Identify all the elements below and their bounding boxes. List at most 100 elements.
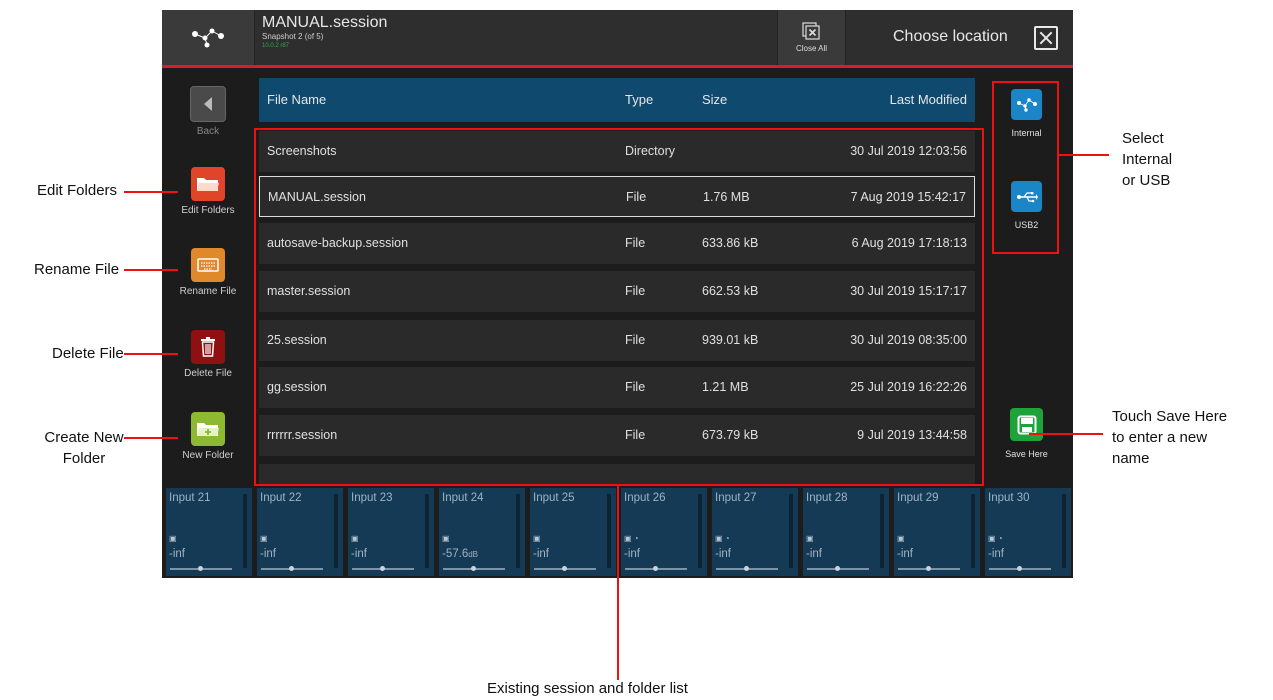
channel-strip[interactable]: Input 23 ▣ -inf bbox=[348, 488, 434, 576]
column-type[interactable]: Type bbox=[625, 78, 653, 122]
channel-level: -inf bbox=[715, 548, 731, 560]
annotation-create-new-folder: Create New Folder bbox=[44, 429, 124, 467]
annotation-line bbox=[1059, 154, 1109, 156]
pan-fader[interactable] bbox=[807, 566, 869, 571]
session-version: 10.0.2 r87 bbox=[262, 43, 290, 49]
annotation-line bbox=[617, 486, 619, 680]
pan-fader[interactable] bbox=[352, 566, 414, 571]
close-all-label: Close All bbox=[795, 44, 828, 53]
location-highlight bbox=[992, 81, 1059, 254]
channel-strip[interactable]: Input 27 ▣ ◔ -inf bbox=[712, 488, 798, 576]
pan-knob[interactable] bbox=[380, 566, 385, 571]
save-here-label: Save Here bbox=[1005, 449, 1048, 459]
channel-level: -inf bbox=[351, 548, 367, 560]
channel-status-icon: ▣ ◔ bbox=[988, 534, 1003, 543]
channel-name: Input 28 bbox=[806, 492, 848, 504]
close-all-button[interactable]: Close All bbox=[777, 10, 846, 65]
channel-strip[interactable]: Input 30 ▣ ◔ -inf bbox=[985, 488, 1071, 576]
back-button[interactable]: Back bbox=[162, 86, 254, 137]
edit-folders-label: Edit Folders bbox=[181, 205, 235, 216]
level-meter bbox=[971, 494, 975, 568]
channel-name: Input 25 bbox=[533, 492, 575, 504]
annotation-line bbox=[124, 353, 178, 355]
channel-strip[interactable]: Input 28 ▣ -inf bbox=[803, 488, 889, 576]
level-meter bbox=[698, 494, 702, 568]
level-meter bbox=[789, 494, 793, 568]
channel-name: Input 27 bbox=[715, 492, 757, 504]
column-file-name[interactable]: File Name bbox=[267, 78, 326, 122]
close-all-icon bbox=[801, 22, 820, 40]
pan-fader[interactable] bbox=[261, 566, 323, 571]
channel-level: -inf bbox=[624, 548, 640, 560]
annotation-line bbox=[124, 269, 178, 271]
pan-knob[interactable] bbox=[289, 566, 294, 571]
channel-level: -inf bbox=[806, 548, 822, 560]
pan-knob[interactable] bbox=[744, 566, 749, 571]
session-snapshot: Snapshot 2 (of 5) bbox=[262, 32, 324, 41]
new-folder-label: New Folder bbox=[182, 450, 234, 461]
channel-strip[interactable]: Input 26 ▣ ◔ -inf bbox=[621, 488, 707, 576]
level-meter bbox=[607, 494, 611, 568]
channel-strip[interactable]: Input 21 ▣ -inf bbox=[166, 488, 252, 576]
pan-knob[interactable] bbox=[1017, 566, 1022, 571]
channel-status-icon: ▣ bbox=[260, 534, 268, 543]
pan-knob[interactable] bbox=[471, 566, 476, 571]
pan-fader[interactable] bbox=[443, 566, 505, 571]
channel-level: -inf bbox=[897, 548, 913, 560]
pan-fader[interactable] bbox=[898, 566, 960, 571]
level-meter bbox=[243, 494, 247, 568]
channel-status-icon: ▣ bbox=[169, 534, 177, 543]
channel-name: Input 23 bbox=[351, 492, 393, 504]
pan-fader[interactable] bbox=[716, 566, 778, 571]
save-disk-icon bbox=[1010, 408, 1043, 441]
channel-status-icon: ▣ ◔ bbox=[624, 534, 639, 543]
annotation-delete-file: Delete File bbox=[52, 345, 124, 362]
session-info: MANUAL.session Snapshot 2 (of 5) 10.0.2 … bbox=[262, 14, 387, 50]
channel-level: -57.6dB bbox=[442, 548, 479, 560]
channel-name: Input 26 bbox=[624, 492, 666, 504]
network-logo-icon bbox=[192, 28, 224, 47]
level-meter bbox=[1062, 494, 1066, 568]
channel-strip[interactable]: Input 25 ▣ -inf bbox=[530, 488, 616, 576]
channel-name: Input 29 bbox=[897, 492, 939, 504]
channel-level: -inf bbox=[533, 548, 549, 560]
pan-knob[interactable] bbox=[653, 566, 658, 571]
level-meter bbox=[516, 494, 520, 568]
channel-status-icon: ▣ ◔ bbox=[715, 534, 730, 543]
channel-strip[interactable]: Input 29 ▣ -inf bbox=[894, 488, 980, 576]
channel-level: -inf bbox=[169, 548, 185, 560]
pan-fader[interactable] bbox=[989, 566, 1051, 571]
pan-knob[interactable] bbox=[926, 566, 931, 571]
channel-strip[interactable]: Input 24 ▣ -57.6dB bbox=[439, 488, 525, 576]
annotation-session-list: Existing session and folder list bbox=[487, 680, 688, 697]
channel-name: Input 22 bbox=[260, 492, 302, 504]
pan-fader[interactable] bbox=[170, 566, 232, 571]
file-list-highlight bbox=[254, 128, 984, 486]
channel-status-icon: ▣ bbox=[351, 534, 359, 543]
annotation-edit-folders: Edit Folders bbox=[37, 182, 118, 199]
channel-status-icon: ▣ bbox=[533, 534, 541, 543]
top-bar: MANUAL.session Snapshot 2 (of 5) 10.0.2 … bbox=[162, 10, 1073, 68]
rename-file-button[interactable]: Rename File bbox=[162, 248, 254, 297]
home-logo-button[interactable] bbox=[162, 10, 255, 65]
close-dialog-icon[interactable] bbox=[1034, 26, 1058, 50]
level-meter bbox=[425, 494, 429, 568]
channel-level: -inf bbox=[988, 548, 1004, 560]
pan-knob[interactable] bbox=[562, 566, 567, 571]
column-last-modified[interactable]: Last Modified bbox=[890, 78, 967, 122]
channel-strip[interactable]: Input 22 ▣ -inf bbox=[257, 488, 343, 576]
level-meter bbox=[880, 494, 884, 568]
column-size[interactable]: Size bbox=[702, 78, 727, 122]
annotation-line bbox=[124, 191, 178, 193]
annotation-save-here: Touch Save Here to enter a new name bbox=[1112, 408, 1228, 467]
pan-fader[interactable] bbox=[534, 566, 596, 571]
keyboard-icon bbox=[191, 248, 225, 282]
pan-fader[interactable] bbox=[625, 566, 687, 571]
pan-knob[interactable] bbox=[835, 566, 840, 571]
back-arrow-icon bbox=[190, 86, 226, 122]
delete-file-label: Delete File bbox=[184, 368, 232, 379]
pan-knob[interactable] bbox=[198, 566, 203, 571]
choose-location-title: Choose location bbox=[893, 28, 1008, 45]
annotation-select-location: Select Internal or USB bbox=[1122, 130, 1173, 189]
folder-plus-icon bbox=[191, 412, 225, 446]
